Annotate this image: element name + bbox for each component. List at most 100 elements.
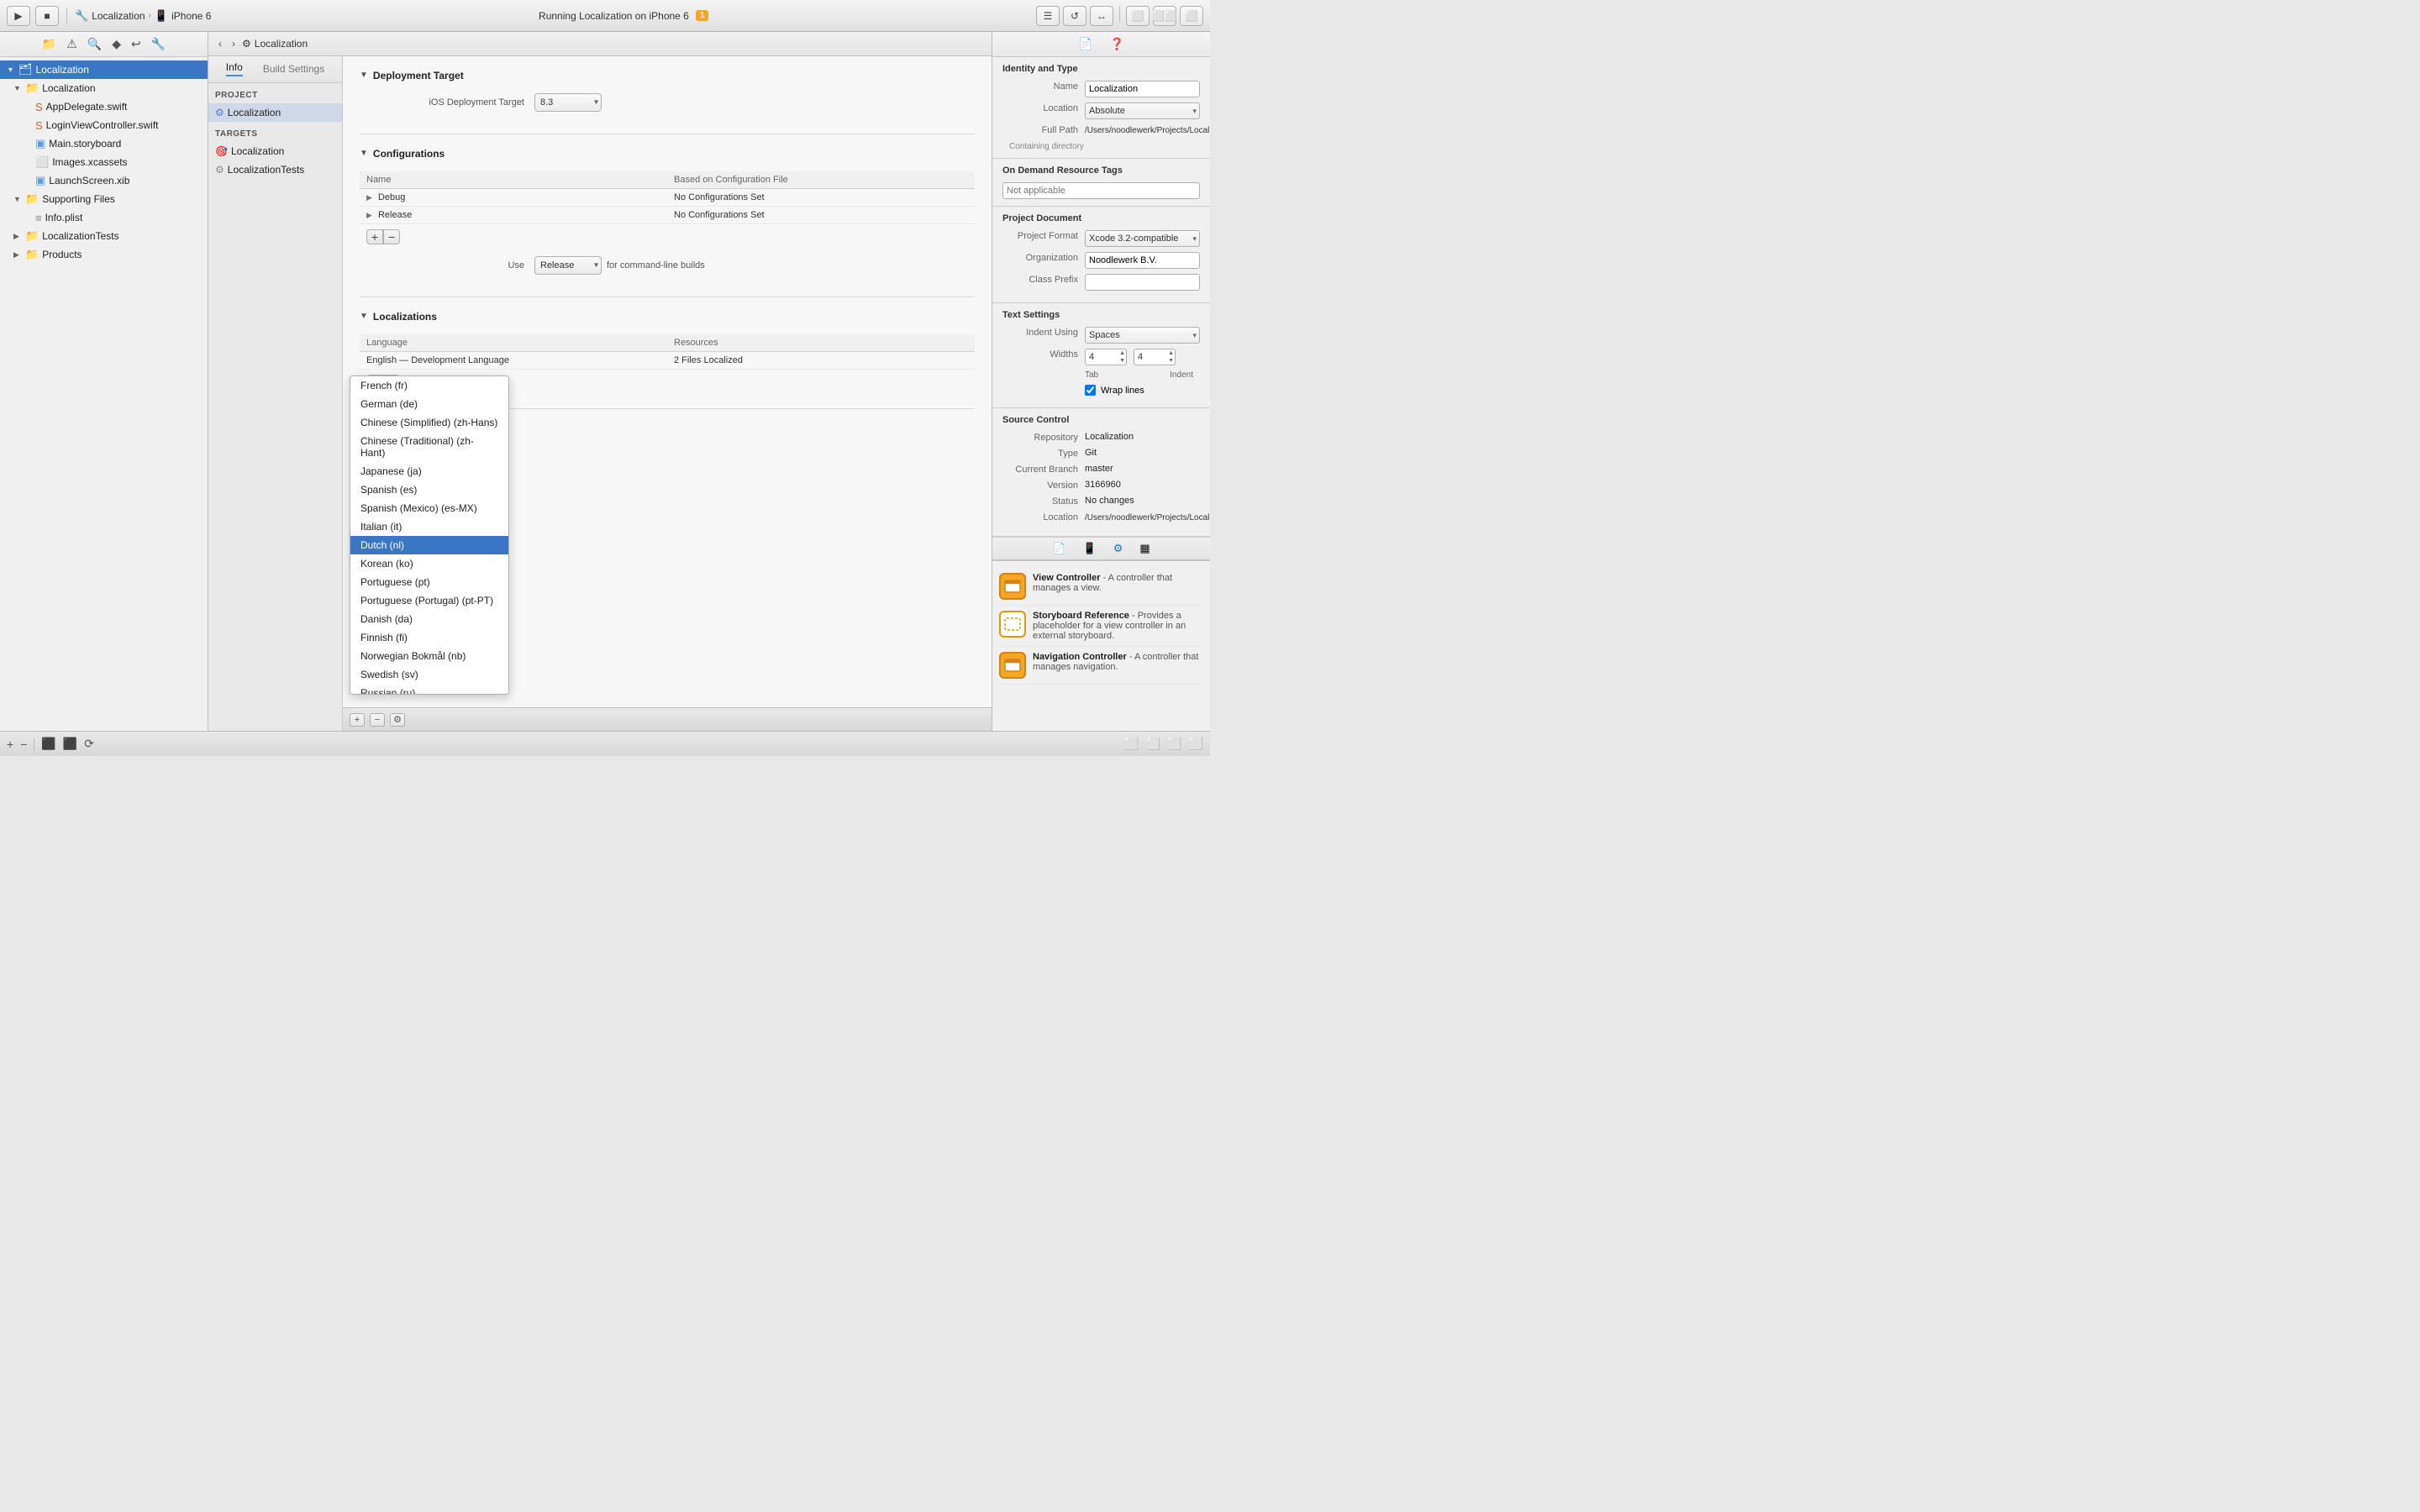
tree-item-mainstoryboard[interactable]: ▣ Main.storyboard [0,134,208,153]
debug-expand: ▶ [366,193,372,202]
project-item-localization[interactable]: ⚙ Localization [208,103,342,122]
project-targets-sidebar: Info Build Settings PROJECT ⚙ Localizati… [208,56,343,731]
lang-item-de[interactable]: German (de) [350,395,508,413]
toolbar: ▶ ■ 🔧 Localization › 📱 iPhone 6 Running … [0,0,1210,32]
localizations-arrow[interactable]: ▼ [360,312,368,321]
on-demand-title: On Demand Resource Tags [1002,165,1200,176]
obj-view-controller[interactable]: View Controller - A controller that mana… [999,568,1203,606]
indent-using-select[interactable]: Spaces [1085,327,1200,344]
lang-item-it[interactable]: Italian (it) [350,517,508,536]
indent-up-btn[interactable]: ▲ [1168,349,1174,357]
statusbar-view-1[interactable]: ⬜ [1124,737,1139,751]
lang-item-ru[interactable]: Russian (ru) [350,684,508,695]
inspector-tab-file[interactable]: 📄 [1078,37,1092,51]
statusbar-icon-1[interactable]: ⬛ [41,737,55,751]
config-add-btn[interactable]: + [366,229,383,244]
tab-down-btn[interactable]: ▼ [1119,357,1125,365]
lang-item-da[interactable]: Danish (da) [350,610,508,628]
deployment-arrow[interactable]: ▼ [360,71,368,80]
statusbar-view-3[interactable]: ⬜ [1167,737,1181,751]
hide-inspector-btn[interactable]: ⬜ [1180,6,1203,26]
obj-lib-gear-icon[interactable]: ⚙ [1113,542,1123,555]
tree-root-localization[interactable]: ▼ 🗂 Localization [0,60,208,79]
nav-symbol-icon[interactable]: ⚠ [66,37,77,51]
deployment-select[interactable]: 8.3 [534,93,602,112]
lang-item-es-mx[interactable]: Spanish (Mexico) (es-MX) [350,499,508,517]
layout-list-btn[interactable]: ☰ [1036,6,1060,26]
statusbar-icon-2[interactable]: ⬛ [63,737,77,751]
lang-item-fi[interactable]: Finnish (fi) [350,628,508,647]
inspector-tab-quick[interactable]: ❓ [1110,37,1124,51]
lang-item-es[interactable]: Spanish (es) [350,480,508,499]
lang-item-nl[interactable]: Dutch (nl) [350,536,508,554]
class-prefix-input[interactable] [1085,274,1200,291]
indent-down-btn[interactable]: ▼ [1168,357,1174,365]
statusbar-view-2[interactable]: ⬜ [1146,737,1160,751]
config-remove-btn[interactable]: − [383,229,400,244]
statusbar-icon-3[interactable]: ⟳ [84,737,94,751]
lang-item-fr[interactable]: French (fr) [350,376,508,395]
lang-item-nb[interactable]: Norwegian Bokmål (nb) [350,647,508,665]
branch-row: Current Branch master [1002,464,1200,475]
lang-item-zh-hans[interactable]: Chinese (Simplified) (zh-Hans) [350,413,508,432]
nav-test-icon[interactable]: ↩ [131,37,141,51]
config-row-release[interactable]: ▶ Release No Configurations Set [360,206,975,223]
local-row-english[interactable]: English — Development Language 2 Files L… [360,351,975,369]
statusbar-add-btn[interactable]: + [7,738,13,751]
run-button[interactable]: ▶ [7,6,30,26]
statusbar-view-4[interactable]: ⬜ [1189,737,1203,751]
lang-item-sv[interactable]: Swedish (sv) [350,665,508,684]
tree-item-products[interactable]: ▶ 📁 Products [0,245,208,264]
warning-badge[interactable]: 1 [696,10,709,21]
obj-navigation-controller[interactable]: Navigation Controller - A controller tha… [999,647,1203,685]
editor-gear-btn[interactable]: ⚙ [390,713,405,727]
tree-group-localization[interactable]: ▼ 📁 Localization [0,79,208,97]
use-select[interactable]: Release [534,256,602,275]
tree-item-appdelegate[interactable]: S AppDelegate.swift [0,97,208,116]
target-item-tests[interactable]: ⚙ LocalizationTests [208,160,342,179]
tree-item-infoplist[interactable]: ≡ Info.plist [0,208,208,227]
statusbar-remove-btn[interactable]: − [20,738,27,751]
nav-issue-icon[interactable]: ◆ [112,37,121,51]
configurations-arrow[interactable]: ▼ [360,149,368,158]
tab-info[interactable]: Info [226,61,243,76]
obj-storyboard-reference[interactable]: Storyboard Reference - Provides a placeh… [999,606,1203,647]
lang-item-pt[interactable]: Portuguese (pt) [350,573,508,591]
tree-item-launchscreen[interactable]: ▣ LaunchScreen.xib [0,171,208,190]
tree-item-loginvc[interactable]: S LoginViewController.swift [0,116,208,134]
hide-debug-btn[interactable]: ⬜⬜ [1153,6,1176,26]
tab-up-btn[interactable]: ▲ [1119,349,1125,357]
org-input[interactable] [1085,252,1200,269]
location-select[interactable]: Absolute [1085,102,1200,119]
lang-item-zh-hant[interactable]: Chinese (Traditional) (zh-Hant) [350,432,508,462]
project-format-select[interactable]: Xcode 3.2-compatible [1085,230,1200,247]
nav-project-icon[interactable]: 📁 [42,37,56,51]
lang-item-ko[interactable]: Korean (ko) [350,554,508,573]
editor-add-btn[interactable]: + [350,713,365,727]
stop-button[interactable]: ■ [35,6,59,26]
editor-remove-btn[interactable]: − [370,713,385,727]
wrap-checkbox[interactable] [1085,385,1096,396]
tree-item-images[interactable]: ⬜ Images.xcassets [0,153,208,171]
jump-btn[interactable]: ↺ [1063,6,1086,26]
obj-lib-file-icon[interactable]: 📄 [1052,542,1065,555]
back-fwd-btn[interactable]: ↔ [1090,6,1113,26]
nav-debug-icon[interactable]: 🔧 [151,37,166,51]
name-input[interactable] [1085,81,1200,97]
lang-item-ja[interactable]: Japanese (ja) [350,462,508,480]
tree-group-supporting[interactable]: ▼ 📁 Supporting Files [0,190,208,208]
on-demand-input[interactable] [1002,182,1200,199]
release-expand: ▶ [366,211,372,219]
back-btn[interactable]: ‹ [215,38,225,50]
obj-lib-phone-icon[interactable]: 📱 [1083,542,1097,555]
forward-btn[interactable]: › [229,38,239,50]
config-row-debug[interactable]: ▶ Debug No Configurations Set [360,188,975,206]
lang-item-pt-pt[interactable]: Portuguese (Portugal) (pt-PT) [350,591,508,610]
obj-lib-grid-icon[interactable]: ▦ [1139,542,1150,555]
tree-item-localizationtests[interactable]: ▶ 📁 LocalizationTests [0,227,208,245]
window-title: Running Localization on iPhone 6 [539,10,689,22]
target-item-localization[interactable]: 🎯 Localization [208,142,342,160]
nav-search-icon[interactable]: 🔍 [87,37,102,51]
hide-navigator-btn[interactable]: ⬜ [1126,6,1150,26]
tab-build-settings[interactable]: Build Settings [263,63,324,75]
